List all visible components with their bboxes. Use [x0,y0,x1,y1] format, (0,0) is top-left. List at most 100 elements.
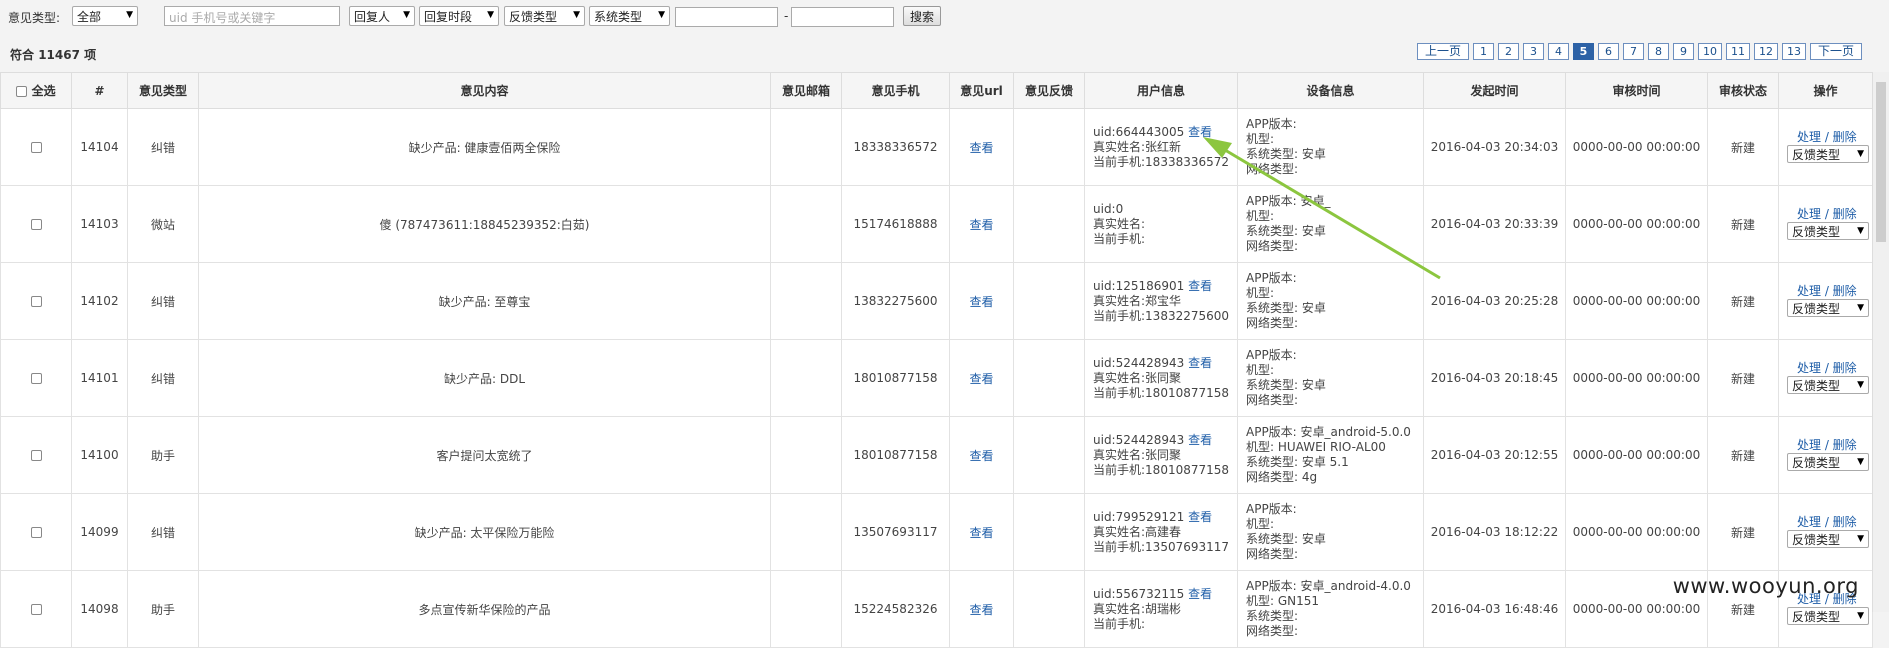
view-user-link[interactable]: 查看 [1188,433,1212,447]
row-select-cell[interactable] [0,339,72,417]
row-user-info: uid:524428943 查看 真实姓名:张同聚 当前手机:180108771… [1084,339,1238,417]
header-user-info: 用户信息 [1084,72,1238,109]
page-button-current[interactable]: 5 [1572,43,1594,60]
feedback-type-select[interactable]: 反馈类型 ▼ [504,6,585,26]
row-url: 查看 [949,262,1014,340]
user-real-name: 真实姓名: [1093,216,1146,231]
system-type-select[interactable]: 系统类型 ▼ [589,6,670,26]
device-network: 网络类型: [1246,239,1299,253]
view-user-link[interactable]: 查看 [1188,587,1212,601]
search-button[interactable]: 搜索 [903,6,942,26]
row-checkbox[interactable] [30,604,42,615]
row-checkbox[interactable] [30,142,42,153]
page-button[interactable]: 4 [1547,43,1569,60]
view-user-link[interactable]: 查看 [1188,125,1212,139]
row-checkbox[interactable] [30,527,42,538]
user-uid-line: uid:0 [1093,202,1236,217]
header-ops: 操作 [1778,72,1873,109]
row-status: 新建 [1707,108,1779,186]
page-button[interactable]: 11 [1725,43,1750,60]
row-select-cell[interactable] [0,185,72,263]
reply-period-select[interactable]: 回复时段 ▼ [419,6,499,26]
date-separator: - [784,9,789,23]
page-button[interactable]: 6 [1597,43,1619,60]
date-to-input[interactable] [791,7,894,27]
user-current-phone: 当前手机: [1093,231,1146,246]
header-content: 意见内容 [198,72,771,109]
process-delete-link[interactable]: 处理 / 删除 [1787,282,1871,299]
scrollbar-thumb[interactable] [1876,82,1886,242]
view-url-link[interactable]: 查看 [969,141,993,155]
row-ops: 处理 / 删除 反馈类型 ▼ [1778,416,1873,494]
view-url-link[interactable]: 查看 [969,603,993,617]
next-page-button[interactable]: 下一页 [1809,43,1862,60]
row-feedback-type-select[interactable]: 反馈类型 ▼ [1787,222,1869,240]
row-reviewed-at: 0000-00-00 00:00:00 [1565,108,1708,186]
row-feedback-type-select[interactable]: 反馈类型 ▼ [1787,299,1869,317]
user-uid: uid:799529121 [1093,509,1185,524]
row-checkbox[interactable] [30,296,42,307]
type-select[interactable]: 全部 ▼ [72,6,138,26]
user-uid-line: uid:664443005 查看 [1093,125,1236,140]
row-feedback-type-select[interactable]: 反馈类型 ▼ [1787,145,1869,163]
view-url-link[interactable]: 查看 [969,218,993,232]
row-select-cell[interactable] [0,108,72,186]
row-select-cell[interactable] [0,493,72,571]
row-content: 缺少产品: 太平保险万能险 [198,493,771,571]
page-button[interactable]: 1 [1472,43,1494,60]
header-select-all[interactable]: 全选 [0,72,72,109]
page-button[interactable]: 7 [1622,43,1644,60]
row-ops: 处理 / 删除 反馈类型 ▼ [1778,262,1873,340]
row-select-cell[interactable] [0,416,72,494]
page-button[interactable]: 9 [1672,43,1694,60]
user-real-name: 真实姓名:张同聚 [1093,447,1182,462]
page-button[interactable]: 13 [1781,43,1806,60]
row-checkbox[interactable] [30,219,42,230]
process-delete-link[interactable]: 处理 / 删除 [1787,359,1871,376]
view-url-link[interactable]: 查看 [969,449,993,463]
view-url-link[interactable]: 查看 [969,372,993,386]
page-button[interactable]: 10 [1697,43,1722,60]
row-url: 查看 [949,339,1014,417]
page-button[interactable]: 12 [1753,43,1778,60]
view-user-link[interactable]: 查看 [1188,279,1212,293]
process-delete-link[interactable]: 处理 / 删除 [1787,513,1871,530]
table-row: 14104 纠错 缺少产品: 健康壹佰两全保险 18338336572 查看 u… [0,108,1873,186]
view-url-link[interactable]: 查看 [969,526,993,540]
row-url: 查看 [949,108,1014,186]
row-user-info: uid:664443005 查看 真实姓名:张红新 当前手机:183383365… [1084,108,1238,186]
date-from-input[interactable] [675,7,778,27]
select-all-checkbox[interactable] [16,86,28,97]
page-button[interactable]: 3 [1522,43,1544,60]
device-os: 系统类型: [1246,609,1299,623]
row-select-cell[interactable] [0,570,72,648]
row-feedback-type-select[interactable]: 反馈类型 ▼ [1787,376,1869,394]
watermark: www.wooyun.org [1672,574,1859,598]
chevron-down-icon: ▼ [126,10,133,20]
device-os: 系统类型: 安卓 [1246,224,1326,238]
process-delete-link[interactable]: 处理 / 删除 [1787,436,1871,453]
prev-page-button[interactable]: 上一页 [1416,43,1469,60]
row-checkbox[interactable] [30,373,42,384]
user-uid: uid:524428943 [1093,432,1185,447]
user-uid: uid:524428943 [1093,355,1185,370]
row-feedback-type-select[interactable]: 反馈类型 ▼ [1787,453,1869,471]
row-status: 新建 [1707,339,1779,417]
process-delete-link[interactable]: 处理 / 删除 [1787,205,1871,222]
view-url-link[interactable]: 查看 [969,295,993,309]
search-input[interactable]: uid 手机号或关键字 [164,6,340,26]
page-button[interactable]: 2 [1497,43,1519,60]
row-feedback-type-select[interactable]: 反馈类型 ▼ [1787,607,1869,625]
row-select-cell[interactable] [0,262,72,340]
row-feedback-type-select[interactable]: 反馈类型 ▼ [1787,530,1869,548]
process-delete-link[interactable]: 处理 / 删除 [1787,128,1871,145]
reply-person-select[interactable]: 回复人 ▼ [349,6,415,26]
device-app-version: APP版本: 安卓_android-5.0.0 [1246,425,1411,439]
row-user-info: uid:556732115 查看 真实姓名:胡瑞彬 当前手机: [1084,570,1238,648]
page-button[interactable]: 8 [1647,43,1669,60]
view-user-link[interactable]: 查看 [1188,510,1212,524]
row-created-at: 2016-04-03 20:12:55 [1423,416,1566,494]
view-user-link[interactable]: 查看 [1188,356,1212,370]
vertical-scrollbar[interactable] [1872,72,1889,612]
row-checkbox[interactable] [30,450,42,461]
